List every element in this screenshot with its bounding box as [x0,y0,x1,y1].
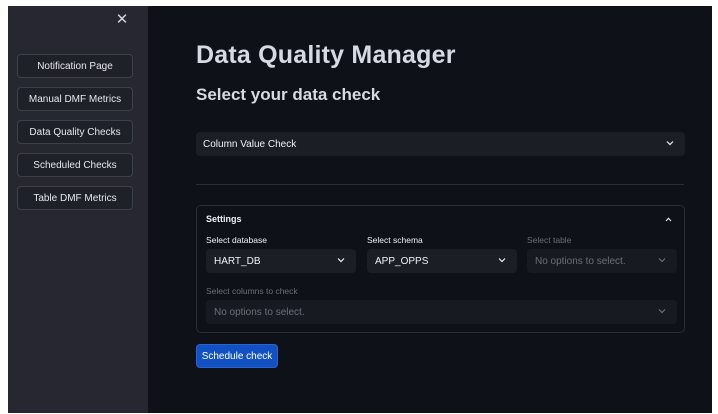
app-window: ✕ Notification Page Manual DMF Metrics D… [8,6,712,413]
database-value: HART_DB [214,255,261,267]
schedule-check-button[interactable]: Schedule check [196,344,278,368]
schema-value: APP_OPPS [375,255,429,267]
table-label: Select table [527,235,572,245]
chevron-down-icon [497,253,507,267]
columns-placeholder: No options to select. [214,306,305,318]
sidebar: ✕ Notification Page Manual DMF Metrics D… [8,6,148,413]
sidebar-item-table-dmf-metrics[interactable]: Table DMF Metrics [17,186,133,210]
page-subtitle: Select your data check [196,85,381,104]
chevron-up-icon[interactable] [663,214,673,224]
check-type-value: Column Value Check [203,138,297,150]
columns-multiselect[interactable]: No options to select. [206,300,677,324]
database-select[interactable]: HART_DB [206,249,356,273]
table-select[interactable]: No options to select. [527,249,677,273]
columns-label: Select columns to check [206,286,298,296]
sidebar-item-manual-dmf-metrics[interactable]: Manual DMF Metrics [17,87,133,111]
chevron-down-icon [665,136,675,150]
schema-label: Select schema [367,235,423,245]
chevron-down-icon [336,253,346,267]
divider [196,184,684,185]
page-title: Data Quality Manager [196,41,456,69]
close-icon[interactable]: ✕ [114,12,130,28]
settings-expander: Settings Select database HART_DB Select … [196,205,685,333]
main-content: Data Quality Manager Select your data ch… [148,6,712,413]
schema-select[interactable]: APP_OPPS [367,249,517,273]
sidebar-item-notification-page[interactable]: Notification Page [17,54,133,78]
chevron-down-icon [657,304,667,318]
settings-title[interactable]: Settings [206,214,242,224]
table-placeholder: No options to select. [535,255,626,267]
sidebar-nav: Notification Page Manual DMF Metrics Dat… [17,54,133,219]
chevron-down-icon [657,253,667,267]
sidebar-item-data-quality-checks[interactable]: Data Quality Checks [17,120,133,144]
check-type-select[interactable]: Column Value Check [196,132,685,156]
sidebar-item-scheduled-checks[interactable]: Scheduled Checks [17,153,133,177]
database-label: Select database [206,235,267,245]
